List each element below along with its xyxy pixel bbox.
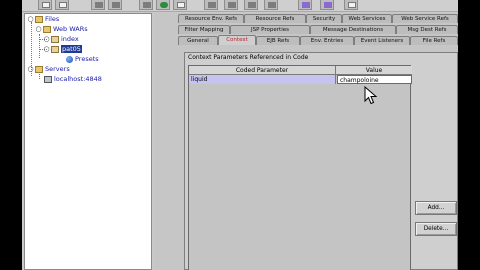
run-icon	[160, 2, 168, 8]
tree-label-web-wars: Web WARs	[53, 25, 88, 33]
war-icon	[51, 35, 59, 43]
tree-node-selected-war[interactable]: ○ pat05	[43, 44, 82, 54]
tree-label-presets: Presets	[75, 55, 99, 63]
tree-node-web-wars[interactable]: ○ Web WARs	[35, 24, 88, 34]
tree-label-index: index	[61, 35, 79, 43]
deploy-button[interactable]	[139, 0, 153, 10]
section-title: Context Parameters Referenced in Code	[188, 54, 309, 61]
toolbar	[22, 0, 458, 12]
add-button[interactable]: Add...	[415, 201, 457, 215]
globe-icon	[66, 55, 73, 63]
new-file-button[interactable]	[38, 0, 52, 10]
deploy-icon	[143, 2, 151, 8]
run-button[interactable]	[156, 0, 170, 10]
tree-label-server-host: localhost:4848	[54, 75, 102, 83]
tab-env-entries[interactable]: Env. Entries	[300, 36, 354, 45]
delete-button[interactable]: Delete...	[415, 222, 457, 236]
tab-context[interactable]: Context	[218, 35, 256, 45]
collapse-icon[interactable]: ○	[27, 65, 34, 73]
expand-icon[interactable]: ○	[43, 35, 50, 43]
cell-value[interactable]: champoloine	[337, 75, 412, 84]
tree-node-index[interactable]: ○ index	[43, 34, 79, 44]
column-header-coded-parameter[interactable]: Coded Parameter	[189, 66, 336, 75]
tree-node-presets[interactable]: Presets	[65, 54, 99, 64]
help-button[interactable]	[344, 0, 358, 10]
project-tree[interactable]: ○ Files ○ Web WARs ○ index ○ pat05 Presets ○…	[24, 13, 152, 270]
copy-icon	[112, 2, 120, 8]
tab-web-services[interactable]: Web Services	[342, 14, 392, 23]
inspect-icon	[324, 2, 332, 8]
inspect-button[interactable]	[320, 0, 334, 10]
help-icon	[348, 2, 356, 8]
table-row[interactable]: liquid champoloine	[189, 75, 412, 84]
tab-ejb-refs[interactable]: EJB Refs	[256, 36, 300, 45]
new-file-icon	[42, 2, 50, 8]
column-header-value[interactable]: Value	[336, 66, 412, 75]
tool-a-icon	[208, 2, 216, 8]
tree-label-selected-war: pat05	[61, 45, 82, 53]
context-tab-content: Context Parameters Referenced in Code Co…	[184, 52, 458, 270]
tab-web-service-refs[interactable]: Web Service Refs	[392, 14, 458, 23]
tool-b-icon	[228, 2, 236, 8]
cell-coded-parameter[interactable]: liquid	[189, 75, 336, 84]
tree-node-files[interactable]: ○ Files	[27, 14, 59, 24]
folder-icon	[43, 25, 51, 33]
tree-label-files: Files	[45, 15, 60, 23]
mouse-cursor-icon	[364, 86, 378, 105]
collapse-icon[interactable]: ○	[43, 45, 50, 53]
tab-resource-refs[interactable]: Resource Refs	[244, 14, 306, 23]
verify-icon	[302, 2, 310, 8]
war-icon	[51, 45, 59, 53]
new-doc-icon	[59, 2, 67, 8]
validate-button[interactable]	[173, 0, 187, 10]
server-icon	[44, 75, 52, 83]
tree-label-servers: Servers	[45, 65, 70, 73]
tool-c-button[interactable]	[244, 0, 258, 10]
tab-resource-env-refs[interactable]: Resource Env. Refs	[178, 14, 244, 23]
tab-security[interactable]: Security	[306, 14, 342, 23]
tool-d-button[interactable]	[264, 0, 278, 10]
tree-node-server-host[interactable]: localhost:4848	[43, 74, 102, 84]
tab-event-listeners[interactable]: Event Listeners	[354, 36, 410, 45]
tool-c-icon	[248, 2, 256, 8]
cut-icon	[95, 2, 103, 8]
new-doc-button[interactable]	[55, 0, 69, 10]
tree-node-servers[interactable]: ○ Servers	[27, 64, 70, 74]
collapse-icon[interactable]: ○	[35, 25, 42, 33]
validate-icon	[177, 2, 185, 8]
cut-button[interactable]	[91, 0, 105, 10]
app-window: ○ Files ○ Web WARs ○ index ○ pat05 Presets ○…	[22, 0, 458, 270]
tool-d-icon	[268, 2, 276, 8]
tab-msg-dest-refs[interactable]: Msg Dest Refs	[396, 25, 458, 34]
tab-jsp-properties[interactable]: JSP Properties	[230, 25, 310, 34]
tab-message-destinations[interactable]: Message Destinations	[310, 25, 396, 34]
tab-general[interactable]: General	[178, 36, 218, 45]
collapse-icon[interactable]: ○	[27, 15, 34, 23]
verify-button[interactable]	[298, 0, 312, 10]
tool-b-button[interactable]	[224, 0, 238, 10]
folder-icon	[35, 15, 43, 23]
tab-filter-mapping[interactable]: Filter Mapping	[178, 25, 230, 34]
tab-file-refs[interactable]: File Refs	[410, 36, 458, 45]
folder-icon	[35, 65, 43, 73]
copy-button[interactable]	[108, 0, 122, 10]
tool-a-button[interactable]	[204, 0, 218, 10]
